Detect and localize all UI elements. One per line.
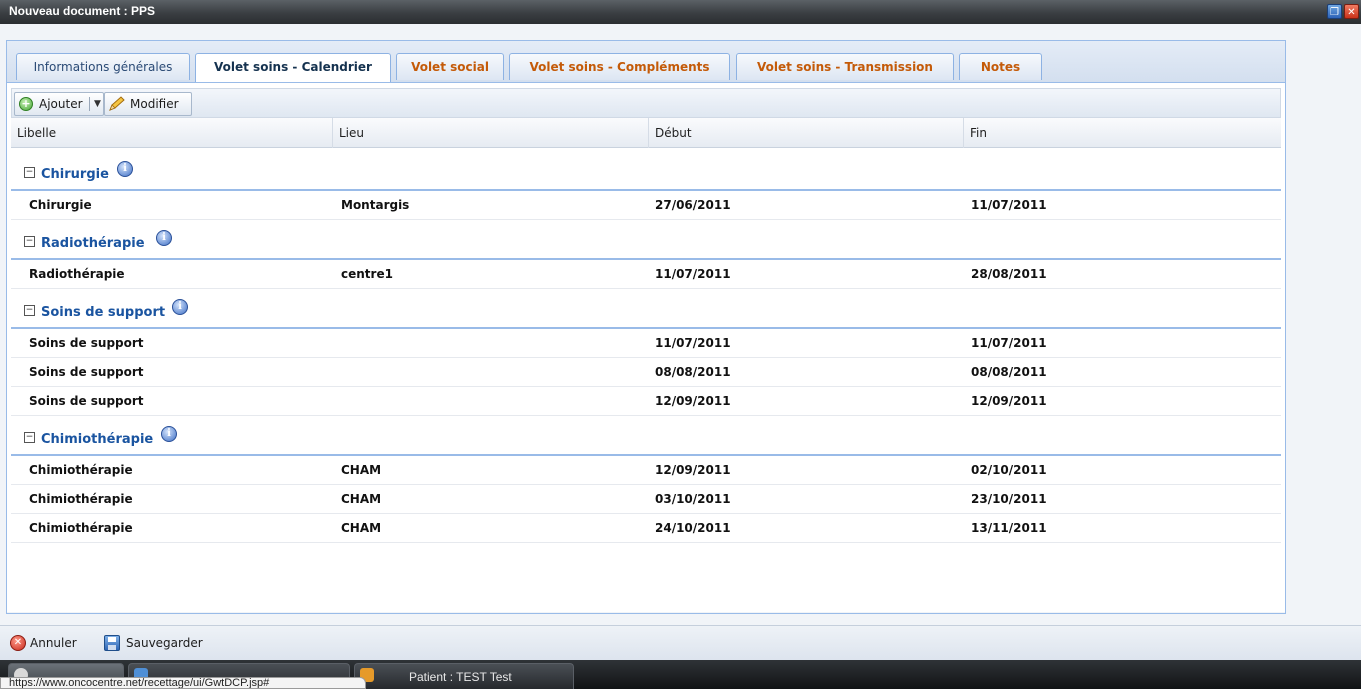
save-button-label: Sauvegarder (126, 636, 203, 650)
info-icon[interactable]: i (156, 230, 172, 246)
collapse-icon[interactable]: − (24, 167, 35, 178)
tab-4[interactable]: Volet soins - Transmission (736, 53, 954, 80)
cell-debut: 03/10/2011 (655, 492, 731, 506)
cell-fin: 02/10/2011 (971, 463, 1047, 477)
cell-libelle: Chirurgie (29, 198, 92, 212)
tab-3[interactable]: Volet soins - Compléments (509, 53, 730, 80)
cancel-icon: ✕ (10, 635, 26, 651)
info-icon[interactable]: i (172, 299, 188, 315)
cell-fin: 08/08/2011 (971, 365, 1047, 379)
cell-debut: 27/06/2011 (655, 198, 731, 212)
edit-button[interactable]: Modifier (104, 92, 192, 116)
table-row[interactable]: Radiothérapie centre1 11/07/2011 28/08/2011 (11, 260, 1281, 289)
column-header-lieu[interactable]: Lieu (333, 118, 649, 148)
table-row[interactable]: Soins de support 11/07/2011 11/07/2011 (11, 329, 1281, 358)
cell-fin: 28/08/2011 (971, 267, 1047, 281)
cell-fin: 23/10/2011 (971, 492, 1047, 506)
add-button[interactable]: + Ajouter ▼ (14, 92, 104, 116)
status-url: https://www.oncocentre.net/recettage/ui/… (0, 677, 366, 689)
group-name: Soins de support (41, 305, 166, 320)
tab-0[interactable]: Informations générales (16, 53, 190, 80)
split-divider (89, 97, 90, 111)
cell-debut: 11/07/2011 (655, 267, 731, 281)
cell-fin: 11/07/2011 (971, 336, 1047, 350)
cancel-button-label: Annuler (30, 636, 77, 650)
collapse-icon[interactable]: − (24, 236, 35, 247)
cell-fin: 12/09/2011 (971, 394, 1047, 408)
group-name: Chimiothérapie (41, 432, 154, 447)
grid-toolbar (11, 88, 1281, 118)
tab-2[interactable]: Volet social (396, 53, 504, 80)
group-header[interactable]: − Chirurgie i (11, 155, 1281, 191)
cell-lieu: centre1 (341, 267, 393, 281)
taskbar-item-patient[interactable]: Patient : TEST Test (354, 663, 574, 689)
cell-debut: 12/09/2011 (655, 463, 731, 477)
cell-libelle: Chimiothérapie (29, 492, 133, 506)
cell-libelle: Soins de support (29, 394, 144, 408)
cell-debut: 12/09/2011 (655, 394, 731, 408)
group-header[interactable]: − Chimiothérapie i (11, 420, 1281, 456)
column-header-debut[interactable]: Début (649, 118, 964, 148)
info-icon[interactable]: i (117, 161, 133, 177)
grid-header: Libelle Lieu Début Fin (11, 118, 1281, 148)
cell-lieu: CHAM (341, 463, 382, 477)
close-icon[interactable]: ✕ (1344, 4, 1359, 19)
table-row[interactable]: Soins de support 08/08/2011 08/08/2011 (11, 358, 1281, 387)
restore-window-icon[interactable]: ❐ (1327, 4, 1342, 19)
collapse-icon[interactable]: − (24, 432, 35, 443)
table-row[interactable]: Chimiothérapie CHAM 12/09/2011 02/10/2011 (11, 456, 1281, 485)
pencil-icon (109, 96, 125, 111)
cell-libelle: Radiothérapie (29, 267, 125, 281)
document-window: Nouveau document : PPS ❐ ✕ Informations … (0, 0, 1361, 689)
group-header[interactable]: − Radiothérapie i (11, 224, 1281, 260)
add-button-label: Ajouter (39, 97, 83, 111)
cell-fin: 11/07/2011 (971, 198, 1047, 212)
cell-libelle: Soins de support (29, 336, 144, 350)
cell-debut: 08/08/2011 (655, 365, 731, 379)
window-titlebar: Nouveau document : PPS ❐ ✕ (0, 0, 1361, 24)
group-name: Radiothérapie (41, 236, 145, 251)
chevron-down-icon[interactable]: ▼ (94, 93, 101, 115)
save-button[interactable]: Sauvegarder (104, 632, 224, 654)
table-row[interactable]: Chimiothérapie CHAM 24/10/2011 13/11/2011 (11, 514, 1281, 543)
cell-libelle: Chimiothérapie (29, 521, 133, 535)
cell-lieu: CHAM (341, 521, 382, 535)
group-header[interactable]: − Soins de support i (11, 293, 1281, 329)
add-icon: + (19, 97, 33, 111)
window-title: Nouveau document : PPS (9, 4, 156, 18)
column-header-fin[interactable]: Fin (964, 118, 1281, 148)
cancel-button[interactable]: ✕ Annuler (10, 632, 94, 654)
collapse-icon[interactable]: − (24, 305, 35, 316)
table-row[interactable]: Soins de support 12/09/2011 12/09/2011 (11, 387, 1281, 416)
cell-libelle: Chimiothérapie (29, 463, 133, 477)
info-icon[interactable]: i (161, 426, 177, 442)
cell-fin: 13/11/2011 (971, 521, 1047, 535)
edit-button-label: Modifier (130, 97, 179, 111)
save-icon (104, 635, 120, 651)
column-header-libelle[interactable]: Libelle (11, 118, 333, 148)
taskbar-item-patient-label: Patient : TEST Test (409, 670, 512, 684)
cell-lieu: CHAM (341, 492, 382, 506)
tab-1[interactable]: Volet soins - Calendrier (195, 53, 391, 82)
cell-libelle: Soins de support (29, 365, 144, 379)
cell-debut: 11/07/2011 (655, 336, 731, 350)
tab-5[interactable]: Notes (959, 53, 1042, 80)
table-row[interactable]: Chirurgie Montargis 27/06/2011 11/07/2011 (11, 191, 1281, 220)
cell-lieu: Montargis (341, 198, 410, 212)
group-name: Chirurgie (41, 167, 109, 182)
cell-debut: 24/10/2011 (655, 521, 731, 535)
table-row[interactable]: Chimiothérapie CHAM 03/10/2011 23/10/2011 (11, 485, 1281, 514)
